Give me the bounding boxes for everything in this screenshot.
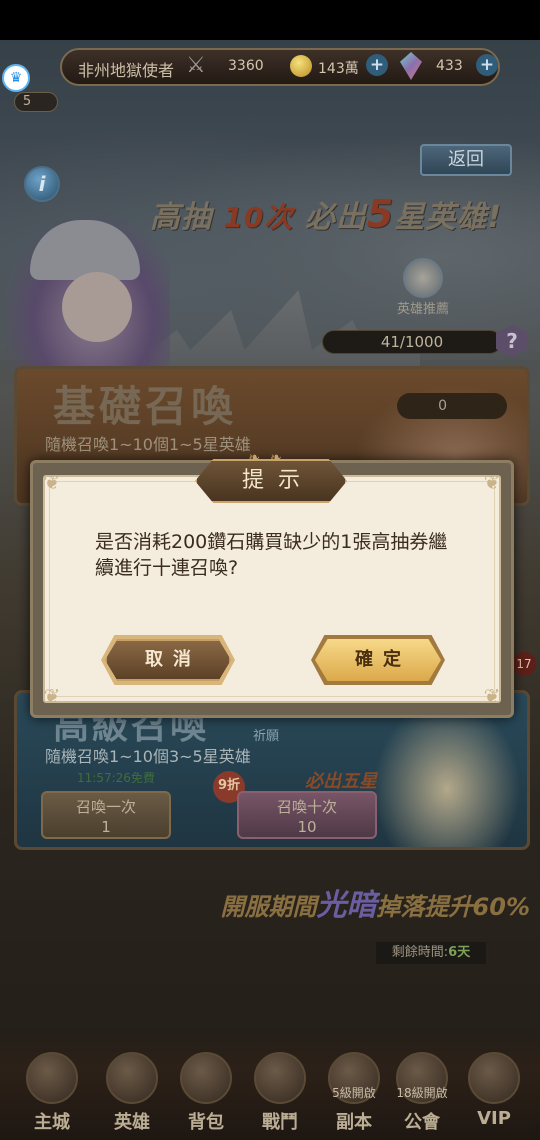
summon-ten-button[interactable]: 召喚十次 10 <box>237 791 377 839</box>
hero-recommend-button[interactable]: 英雄推薦 <box>384 258 462 322</box>
summon-ten-cost: 10 <box>297 818 317 836</box>
gem-amount: 433 <box>436 58 463 74</box>
player-level: 5 <box>14 92 58 112</box>
sword-icon <box>254 1052 306 1104</box>
remaining-time: 剩餘時間:6天 <box>376 942 486 964</box>
mascot-face <box>62 272 132 342</box>
top-status-bar: 非州地獄使者 ⚔ 3360 143萬 + 433 + <box>0 40 540 98</box>
vip-crown-icon <box>468 1052 520 1104</box>
summon-ten-label: 召喚十次 <box>276 798 337 816</box>
free-timer: 11:57:26免費 <box>77 771 155 785</box>
corner-ornament-icon: ❦ <box>483 684 501 708</box>
nav-label: 公會 <box>404 1112 440 1133</box>
unlock-requirement: 18級開啟 <box>396 1086 448 1100</box>
event-banner: 高抽 10次 必出5星英雄! <box>150 192 530 242</box>
advanced-summon-desc: 隨機召喚1~10個3~5星英雄 <box>45 747 251 766</box>
promo-banner: 開服期間光暗掉落提升60% <box>110 880 530 926</box>
corner-ornament-icon: ❦ <box>483 470 501 494</box>
banner-count: 10次 <box>223 201 294 234</box>
confirm-dialog: ❦ ❦ ❦ ❦ ❧❧ 提示 是否消耗200鑽石購買缺少的1張高抽券繼續進行十連召… <box>30 451 514 718</box>
basic-summon-title: 基礎召喚 <box>53 382 238 431</box>
castle-icon <box>26 1052 78 1104</box>
gold-amount: 143萬 <box>318 61 359 77</box>
crossed-swords-icon: ⚔ <box>186 53 206 78</box>
summon-progress: 41/1000 <box>322 330 502 354</box>
remaining-value: 6天 <box>448 945 471 960</box>
cancel-button[interactable]: 取消 <box>105 639 231 681</box>
basic-ticket-count: 0 <box>397 393 507 419</box>
gold-coin-icon <box>290 55 312 77</box>
nav-label: VIP <box>477 1108 511 1129</box>
banner-post: 星英雄! <box>394 200 503 235</box>
banner-mid: 必出 <box>304 200 367 235</box>
mascot-hat <box>30 220 140 280</box>
summon-once-cost: 1 <box>101 818 111 836</box>
remaining-label: 剩餘時間: <box>391 945 449 960</box>
hero-recommend-label: 英雄推薦 <box>396 302 449 317</box>
side-count-badge: 17 <box>512 652 536 676</box>
nav-battle[interactable]: 戰鬥 <box>246 1052 314 1138</box>
add-gems-button[interactable]: + <box>476 54 498 76</box>
info-button[interactable]: i <box>24 166 60 202</box>
player-name: 非州地獄使者 <box>78 61 175 80</box>
banner-star: 5 <box>366 192 395 236</box>
back-button[interactable]: 返回 <box>420 144 512 176</box>
title-ornament-icon: ❧❧ <box>248 450 292 466</box>
nav-label: 主城 <box>34 1112 70 1133</box>
nav-main-city[interactable]: 主城 <box>18 1052 86 1138</box>
nav-vip[interactable]: VIP <box>460 1052 528 1138</box>
must-five-star-tag: 必出五星 <box>305 771 377 792</box>
confirm-button[interactable]: 確定 <box>315 639 441 681</box>
summon-once-label: 召喚一次 <box>75 798 136 816</box>
combat-power: 3360 <box>228 58 264 74</box>
dialog-message: 是否消耗200鑽石購買缺少的1張高抽券繼續進行十連召喚? <box>95 531 448 579</box>
add-gold-button[interactable]: + <box>366 54 388 76</box>
nav-heroes[interactable]: 英雄 <box>98 1052 166 1138</box>
summon-once-button[interactable]: 召喚一次 1 <box>41 791 171 839</box>
mascot-character <box>0 210 170 380</box>
bottom-nav: 主城 英雄 背包 戰鬥 5級開啟 副本 18級開啟 公會 VIP <box>0 1030 540 1140</box>
promo-highlight: 光暗 <box>316 888 377 923</box>
nav-label: 英雄 <box>114 1112 150 1133</box>
promo-pre: 開服期間 <box>220 893 317 921</box>
promo-post: 掉落提升60% <box>376 893 530 921</box>
nav-guild[interactable]: 18級開啟 公會 <box>388 1052 456 1138</box>
pray-tag: 祈願 <box>253 729 280 744</box>
nav-bag[interactable]: 背包 <box>172 1052 240 1138</box>
corner-ornament-icon: ❦ <box>43 684 61 708</box>
unlock-requirement: 5級開啟 <box>332 1086 376 1100</box>
hero-icon <box>106 1052 158 1104</box>
nav-label: 副本 <box>336 1112 372 1133</box>
crown-icon[interactable]: ♛ <box>2 64 30 92</box>
nav-dungeon[interactable]: 5級開啟 副本 <box>320 1052 388 1138</box>
hero-portrait-icon <box>403 258 443 298</box>
corner-ornament-icon: ❦ <box>43 470 61 494</box>
nav-label: 背包 <box>188 1112 224 1133</box>
bag-icon <box>180 1052 232 1104</box>
nav-label: 戰鬥 <box>262 1112 298 1133</box>
